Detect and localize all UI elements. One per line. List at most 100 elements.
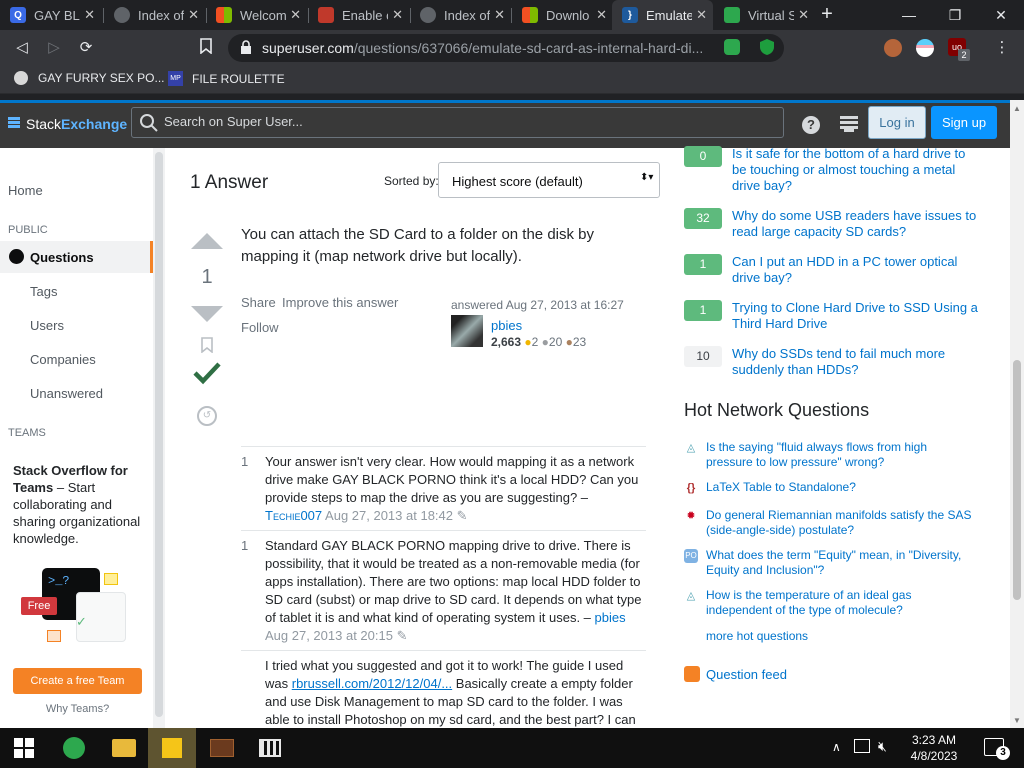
network-icon[interactable] bbox=[854, 739, 870, 753]
nav-tags[interactable]: Tags bbox=[30, 284, 57, 299]
close-tab-icon[interactable]: ✕ bbox=[596, 7, 607, 23]
comment-date[interactable]: Aug 27, 2013 at 18:42 bbox=[325, 508, 453, 523]
close-tab-icon[interactable]: ✕ bbox=[494, 7, 505, 23]
linked-question-title[interactable]: Is it safe for the bottom of a hard driv… bbox=[732, 146, 982, 194]
hot-question-title[interactable]: LaTeX Table to Standalone? bbox=[706, 480, 976, 495]
nav-users[interactable]: Users bbox=[30, 318, 64, 333]
answer-count: 0 bbox=[684, 146, 722, 167]
tab-3[interactable]: Enable c ✕ bbox=[308, 0, 409, 30]
lock-icon[interactable] bbox=[240, 40, 252, 54]
url-text[interactable]: superuser.com/questions/637066/emulate-s… bbox=[262, 40, 703, 56]
question-feed-link[interactable]: Question feed bbox=[706, 667, 787, 682]
politics-icon: PO bbox=[684, 549, 698, 563]
back-arrow-icon[interactable]: ◁ bbox=[12, 38, 32, 58]
tab-1[interactable]: Index of ✕ bbox=[104, 0, 205, 30]
clock[interactable]: 3:23 AM 4/8/2023 bbox=[902, 732, 966, 764]
linked-question-title[interactable]: Trying to Clone Hard Drive to SSD Using … bbox=[732, 300, 982, 332]
hot-question-title[interactable]: Is the saying "fluid always flows from h… bbox=[706, 440, 976, 470]
comment-user[interactable]: pbies bbox=[595, 610, 626, 625]
hot-question-title[interactable]: How is the temperature of an ideal gas i… bbox=[706, 588, 976, 618]
extension-sheet-icon[interactable] bbox=[724, 39, 740, 55]
close-window-icon[interactable]: ✕ bbox=[978, 0, 1024, 30]
close-tab-icon[interactable]: ✕ bbox=[290, 7, 301, 23]
extension-badge: 2 bbox=[958, 49, 970, 61]
upvote-arrow-icon[interactable] bbox=[191, 233, 223, 249]
windows-start-icon[interactable] bbox=[0, 728, 48, 768]
bookmark-0[interactable]: GAY FURRY SEX PO... bbox=[14, 71, 165, 85]
improve-answer-link[interactable]: Improve this answer bbox=[282, 295, 398, 310]
url-host: superuser.com bbox=[262, 40, 354, 56]
globe-icon bbox=[9, 249, 24, 264]
volume-muted-icon[interactable]: 🔇︎ bbox=[878, 738, 887, 755]
site-switcher-icon[interactable] bbox=[840, 116, 858, 132]
close-tab-icon[interactable]: ✕ bbox=[188, 7, 199, 23]
gold-count: 2 bbox=[531, 335, 539, 349]
linked-question-title[interactable]: Why do SSDs tend to fail much more sudde… bbox=[732, 346, 982, 378]
login-button[interactable]: Log in bbox=[868, 106, 926, 139]
close-tab-icon[interactable]: ✕ bbox=[798, 7, 809, 23]
scroll-down-arrow-icon[interactable]: ▼ bbox=[1013, 716, 1021, 725]
answered-date[interactable]: answered Aug 27, 2013 at 16:27 bbox=[451, 298, 624, 312]
downvote-arrow-icon[interactable] bbox=[191, 306, 223, 322]
more-hot-questions-link[interactable]: more hot questions bbox=[706, 629, 808, 643]
search-icon bbox=[140, 114, 158, 132]
media-app-icon[interactable] bbox=[198, 728, 246, 768]
tab-6[interactable]: } Emulate ✕ bbox=[612, 0, 713, 30]
tab-7[interactable]: Virtual S ✕ bbox=[714, 0, 815, 30]
hot-question-title[interactable]: Do general Riemannian manifolds satisfy … bbox=[706, 508, 976, 538]
tab-5[interactable]: Downlo ✕ bbox=[512, 0, 613, 30]
scroll-up-arrow-icon[interactable]: ▲ bbox=[1013, 104, 1021, 113]
comment-link[interactable]: rbrussell.com/2012/12/04/... bbox=[292, 676, 452, 691]
close-tab-icon[interactable]: ✕ bbox=[84, 7, 95, 23]
linked-question-title[interactable]: Can I put an HDD in a PC tower optical d… bbox=[732, 254, 982, 286]
teams-promo-text: Stack Overflow for Teams – Start collabo… bbox=[13, 462, 148, 547]
history-icon[interactable]: ↺ bbox=[197, 406, 217, 426]
create-free-team-button[interactable]: Create a free Team bbox=[13, 668, 142, 694]
bookmark-1[interactable]: MP FILE ROULETTE bbox=[168, 71, 285, 86]
file-explorer-icon[interactable] bbox=[100, 728, 148, 768]
nav-companies[interactable]: Companies bbox=[30, 352, 96, 367]
avatar[interactable] bbox=[451, 315, 483, 347]
tab-4[interactable]: Index of ✕ bbox=[410, 0, 511, 30]
reload-icon[interactable]: ⟳ bbox=[76, 38, 96, 58]
calculator-icon[interactable] bbox=[246, 728, 294, 768]
close-tab-icon[interactable]: ✕ bbox=[392, 7, 403, 23]
shield-extension-icon[interactable] bbox=[759, 38, 775, 56]
select-arrows-icon: ⬍▾ bbox=[640, 172, 654, 183]
chat-bubble-icon bbox=[104, 573, 118, 585]
comment-user[interactable]: Techie007 bbox=[265, 508, 322, 523]
sticky-notes-icon[interactable] bbox=[148, 728, 196, 768]
bookmark-icon[interactable] bbox=[200, 337, 214, 354]
why-teams-link[interactable]: Why Teams? bbox=[13, 703, 142, 715]
new-tab-button[interactable]: + bbox=[816, 3, 838, 27]
search-placeholder: Search on Super User... bbox=[164, 114, 303, 129]
minimize-icon[interactable]: — bbox=[886, 0, 932, 30]
signup-button[interactable]: Sign up bbox=[931, 106, 997, 139]
bookmark-star-icon[interactable] bbox=[196, 38, 216, 58]
help-icon[interactable]: ? bbox=[802, 116, 820, 134]
author-link[interactable]: pbies bbox=[491, 318, 522, 333]
linked-question-title[interactable]: Why do some USB readers have issues to r… bbox=[732, 208, 982, 240]
hot-question-title[interactable]: What does the term "Equity" mean, in "Di… bbox=[706, 548, 976, 578]
nav-unanswered[interactable]: Unanswered bbox=[30, 386, 103, 401]
tab-0[interactable]: Q GAY BLA ✕ bbox=[0, 0, 101, 30]
page-scrollbar-thumb[interactable] bbox=[1013, 360, 1021, 600]
nav-home[interactable]: Home bbox=[8, 183, 43, 198]
restore-icon[interactable]: ❐ bbox=[932, 0, 978, 30]
tab-2[interactable]: Welcom ✕ bbox=[206, 0, 307, 30]
comment-date[interactable]: Aug 27, 2013 at 20:15 bbox=[265, 628, 393, 643]
forward-arrow-icon[interactable]: ▷ bbox=[44, 38, 64, 58]
flag-extension-icon[interactable] bbox=[916, 39, 934, 57]
menu-kebab-icon[interactable]: ⋮ bbox=[992, 38, 1012, 58]
stackexchange-logo[interactable]: Stack Exchange bbox=[8, 116, 127, 132]
spreadsheet-app-icon[interactable] bbox=[50, 728, 98, 768]
sidebar-scrollbar-thumb[interactable] bbox=[155, 152, 163, 717]
share-link[interactable]: Share bbox=[241, 295, 276, 310]
show-hidden-icons-icon[interactable]: ∧ bbox=[832, 740, 841, 754]
avatar-icon[interactable] bbox=[884, 39, 902, 57]
tab-title: Virtual S bbox=[748, 7, 795, 23]
follow-link[interactable]: Follow bbox=[241, 320, 279, 335]
close-tab-icon[interactable]: ✕ bbox=[696, 7, 707, 23]
comment: 1 Your answer isn't very clear. How woul… bbox=[241, 446, 646, 525]
q-favicon-icon: Q bbox=[10, 7, 26, 23]
